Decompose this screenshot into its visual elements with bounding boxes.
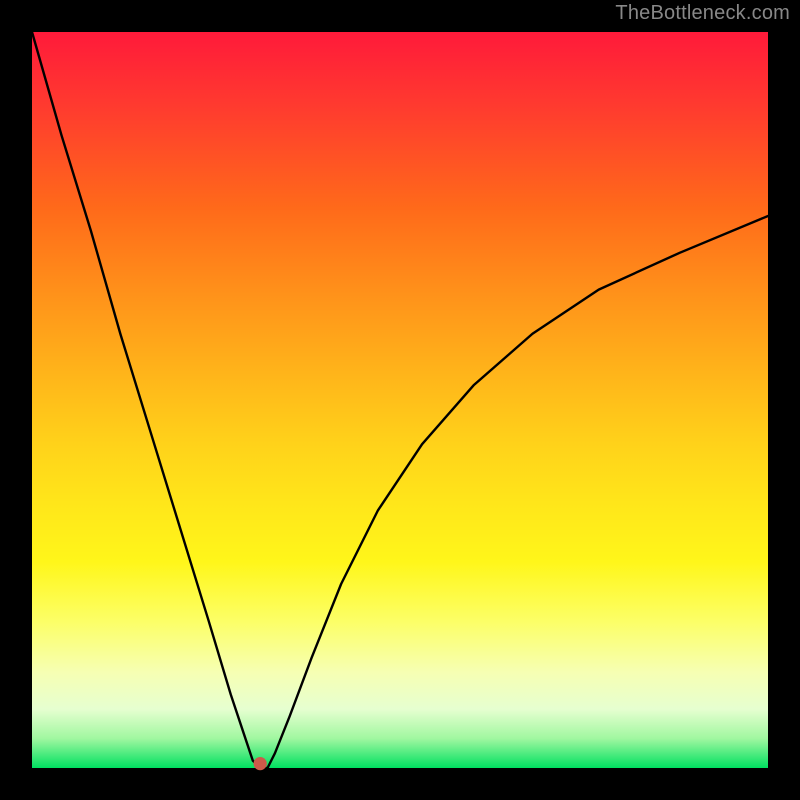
chart-svg: [32, 32, 768, 768]
bottleneck-curve: [32, 32, 768, 768]
plot-area: [32, 32, 768, 768]
optimum-marker: [254, 757, 267, 770]
chart-frame: TheBottleneck.com: [0, 0, 800, 800]
attribution-text: TheBottleneck.com: [615, 2, 790, 25]
